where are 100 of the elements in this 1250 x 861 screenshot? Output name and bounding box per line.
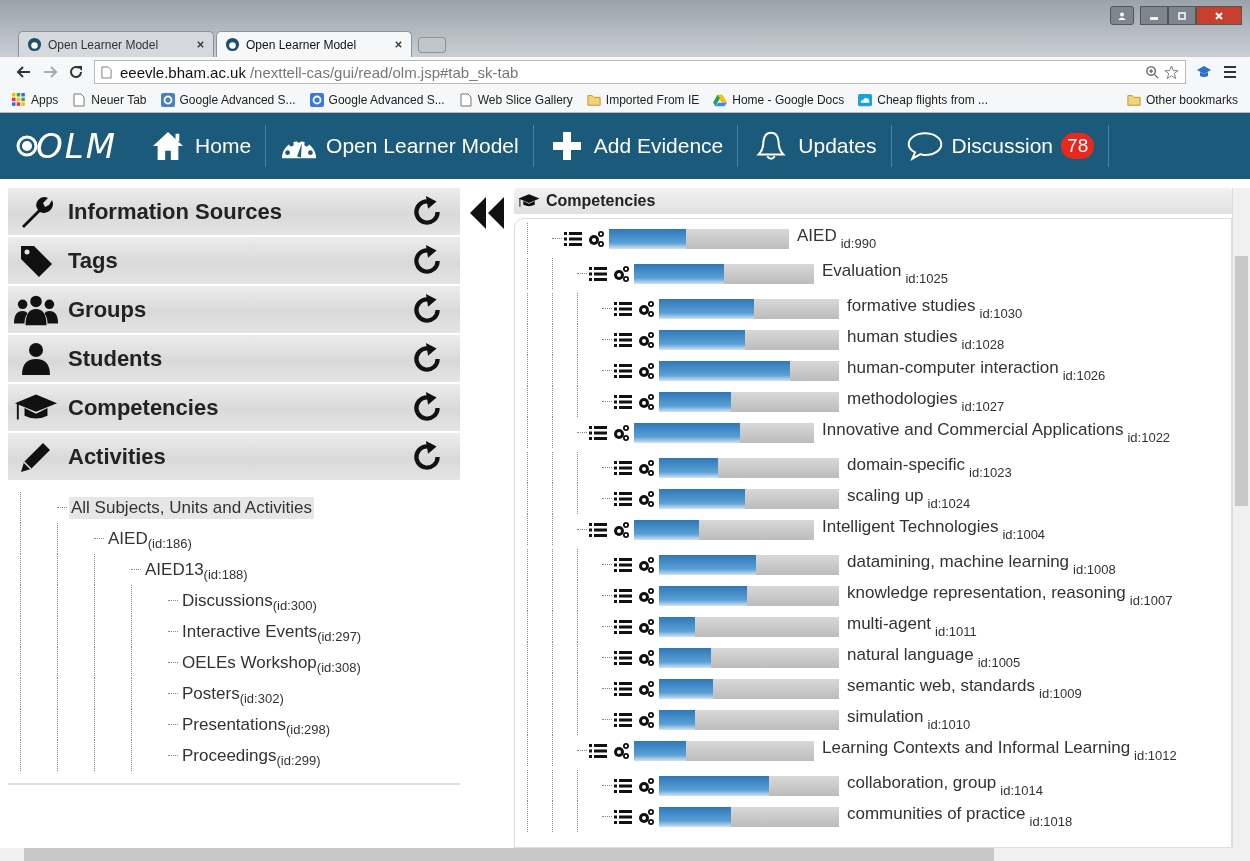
zoom-icon[interactable] bbox=[1145, 64, 1160, 80]
accordion-header[interactable]: Information Sources bbox=[8, 188, 460, 237]
gears-icon[interactable] bbox=[637, 710, 655, 729]
maximize-button[interactable] bbox=[1168, 6, 1196, 25]
list-icon[interactable] bbox=[614, 808, 632, 825]
close-icon[interactable] bbox=[196, 40, 205, 49]
competency-name[interactable]: human studies bbox=[847, 326, 958, 347]
tree-item[interactable]: AIED$_{(id:186)}$ bbox=[106, 527, 194, 550]
nav-link[interactable]: Updates bbox=[738, 130, 891, 162]
gears-icon[interactable] bbox=[637, 489, 655, 508]
back-icon[interactable] bbox=[16, 64, 32, 80]
list-icon[interactable] bbox=[614, 331, 632, 348]
bookmark[interactable]: Google Advanced S... bbox=[309, 92, 445, 107]
gears-icon[interactable] bbox=[612, 423, 630, 442]
bookmark[interactable]: Web Slice Gallery bbox=[458, 92, 573, 107]
bookmark[interactable]: Google Advanced S... bbox=[160, 92, 296, 107]
collapse-icon[interactable] bbox=[468, 196, 506, 230]
tree-item[interactable]: OELEs Workshop$_{(id:308)}$ bbox=[180, 651, 363, 674]
competency-name[interactable]: collaboration, group bbox=[847, 772, 997, 793]
horizontal-scrollbar[interactable] bbox=[0, 848, 1250, 861]
reload-icon[interactable] bbox=[68, 64, 84, 80]
list-icon[interactable] bbox=[614, 711, 632, 728]
browser-tab[interactable]: Open Learner Model bbox=[18, 31, 214, 57]
list-icon[interactable] bbox=[614, 680, 632, 697]
list-icon[interactable] bbox=[589, 742, 607, 759]
gears-icon[interactable] bbox=[637, 617, 655, 636]
address-field[interactable]: eeevle.bham.ac.uk /nexttell-cas/gui/read/olm.jsp#tab_sk-tab bbox=[94, 60, 1186, 84]
list-icon[interactable] bbox=[614, 649, 632, 666]
gears-icon[interactable] bbox=[612, 520, 630, 539]
close-button[interactable] bbox=[1196, 6, 1242, 25]
nav-link[interactable]: Discussion 78 bbox=[891, 130, 1109, 162]
accordion-header[interactable]: Groups bbox=[8, 286, 460, 335]
accordion-header[interactable]: Students bbox=[8, 335, 460, 384]
minimize-button[interactable] bbox=[1140, 6, 1168, 25]
competency-name[interactable]: scaling up bbox=[847, 485, 924, 506]
extension-icon[interactable] bbox=[1196, 64, 1212, 80]
list-icon[interactable] bbox=[589, 521, 607, 538]
competency-name[interactable]: Evaluation bbox=[822, 260, 902, 281]
gears-icon[interactable] bbox=[612, 264, 630, 283]
list-icon[interactable] bbox=[614, 300, 632, 317]
bookmark[interactable]: Home - Google Docs bbox=[713, 92, 845, 107]
competency-name[interactable]: semantic web, standards bbox=[847, 675, 1036, 696]
gears-icon[interactable] bbox=[637, 299, 655, 318]
list-icon[interactable] bbox=[614, 556, 632, 573]
bookmark[interactable]: Cheap flights from ... bbox=[858, 92, 988, 107]
competency-name[interactable]: AIED bbox=[797, 225, 837, 246]
list-icon[interactable] bbox=[614, 393, 632, 410]
gears-icon[interactable] bbox=[637, 648, 655, 667]
profile-button[interactable] bbox=[1110, 6, 1134, 25]
tree-item[interactable]: Interactive Events$_{(id:297)}$ bbox=[180, 620, 364, 643]
list-icon[interactable] bbox=[614, 490, 632, 507]
accordion-header[interactable]: Activities bbox=[8, 433, 460, 482]
gears-icon[interactable] bbox=[637, 807, 655, 826]
competency-name[interactable]: natural language bbox=[847, 644, 974, 665]
competency-name[interactable]: formative studies bbox=[847, 295, 976, 316]
gears-icon[interactable] bbox=[612, 741, 630, 760]
gears-icon[interactable] bbox=[637, 679, 655, 698]
competency-name[interactable]: datamining, machine learning bbox=[847, 551, 1070, 572]
list-icon[interactable] bbox=[564, 230, 582, 247]
list-icon[interactable] bbox=[589, 265, 607, 282]
tree-item[interactable]: Proceedings$_{(id:299)}$ bbox=[180, 744, 323, 767]
nav-link[interactable]: Open Learner Model bbox=[266, 130, 533, 162]
list-icon[interactable] bbox=[614, 459, 632, 476]
competency-name[interactable]: knowledge representation, reasoning bbox=[847, 582, 1126, 603]
competency-name[interactable]: multi-agent bbox=[847, 613, 932, 634]
accordion-header[interactable]: Competencies bbox=[8, 384, 460, 433]
close-icon[interactable] bbox=[394, 40, 403, 49]
bookmark[interactable]: Imported From IE bbox=[586, 92, 700, 107]
bookmark-folder[interactable]: Other bookmarks bbox=[1126, 92, 1238, 107]
competency-name[interactable]: domain-specific bbox=[847, 454, 966, 475]
star-icon[interactable] bbox=[1164, 64, 1179, 80]
gears-icon[interactable] bbox=[637, 555, 655, 574]
competency-name[interactable]: simulation bbox=[847, 706, 924, 727]
menu-icon[interactable] bbox=[1222, 64, 1238, 80]
list-icon[interactable] bbox=[614, 587, 632, 604]
tree-item[interactable]: All Subjects, Units and Activities bbox=[69, 496, 314, 519]
competency-name[interactable]: methodologies bbox=[847, 388, 958, 409]
accordion-header[interactable]: Tags bbox=[8, 237, 460, 286]
logo[interactable]: OLM bbox=[16, 126, 118, 166]
tree-item[interactable]: Discussions$_{(id:300)}$ bbox=[180, 589, 319, 612]
browser-tab[interactable]: Open Learner Model bbox=[216, 31, 412, 57]
gears-icon[interactable] bbox=[587, 229, 605, 248]
tree-item[interactable]: Posters$_{(id:302)}$ bbox=[180, 682, 286, 705]
competency-name[interactable]: human-computer interaction bbox=[847, 357, 1059, 378]
tree-item[interactable]: AIED13$_{(id:188)}$ bbox=[143, 558, 250, 581]
nav-link[interactable]: Home bbox=[135, 130, 266, 162]
competency-name[interactable]: Learning Contexts and Informal Learning bbox=[822, 737, 1131, 758]
gears-icon[interactable] bbox=[637, 776, 655, 795]
vertical-scrollbar[interactable] bbox=[1232, 188, 1250, 848]
gears-icon[interactable] bbox=[637, 392, 655, 411]
competency-name[interactable]: Innovative and Commercial Applications bbox=[822, 419, 1124, 440]
tree-item[interactable]: Presentations$_{(id:298)}$ bbox=[180, 713, 333, 736]
gears-icon[interactable] bbox=[637, 458, 655, 477]
gears-icon[interactable] bbox=[637, 361, 655, 380]
list-icon[interactable] bbox=[614, 618, 632, 635]
bookmark[interactable]: Apps bbox=[12, 92, 59, 107]
competency-name[interactable]: Intelligent Technologies bbox=[822, 516, 999, 537]
nav-link[interactable]: Add Evidence bbox=[533, 130, 738, 162]
list-icon[interactable] bbox=[614, 362, 632, 379]
gears-icon[interactable] bbox=[637, 586, 655, 605]
